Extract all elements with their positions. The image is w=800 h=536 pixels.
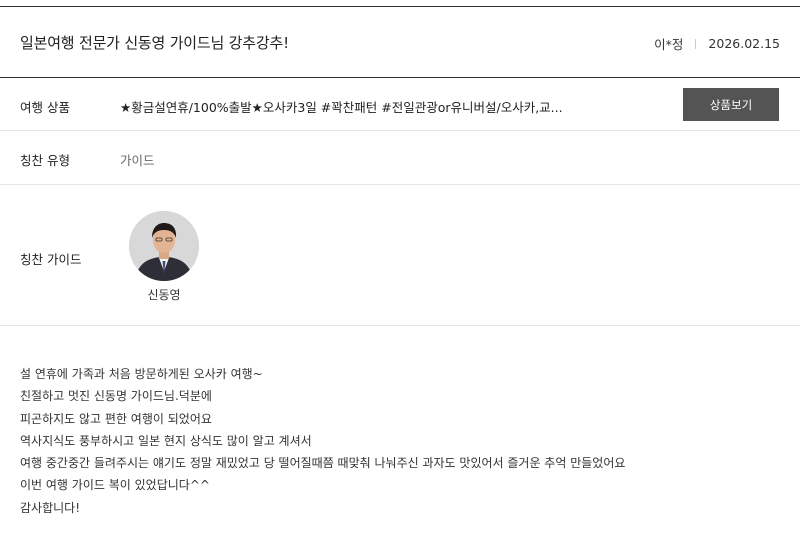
review-header: 일본여행 전문가 신동영 가이드님 강추강추! 이*정 2026.02.15 xyxy=(0,7,800,77)
row-divider xyxy=(0,325,800,326)
content-line: 여행 중간중간 들려주시는 얘기도 정말 재밌었고 당 떨어질때쯤 때맞춰 나눠… xyxy=(20,456,626,471)
row-divider xyxy=(0,130,800,131)
review-content: 설 연휴에 가족과 처음 방문하게된 오사카 여행~ 친절하고 멋진 신동명 가… xyxy=(20,363,625,519)
review-date: 2026.02.15 xyxy=(708,36,780,51)
praise-type-label: 칭찬 유형 xyxy=(20,153,70,168)
product-label: 여행 상품 xyxy=(20,100,70,115)
row-divider xyxy=(0,184,800,185)
review-detail: 일본여행 전문가 신동영 가이드님 강추강추! 이*정 2026.02.15 여… xyxy=(0,0,800,536)
meta-divider xyxy=(695,38,697,49)
product-name: ★황금설연휴/100%출발★오사카3일 #꽉찬패턴 #전일관광or유니버설/오사… xyxy=(120,100,563,115)
praise-type-value: 가이드 xyxy=(120,153,155,168)
content-line: 친절하고 멋진 신동명 가이드님.덕분에 xyxy=(20,389,212,404)
review-meta: 이*정 2026.02.15 xyxy=(654,34,780,53)
content-line: 피곤하지도 않고 편한 여행이 되었어요 xyxy=(20,411,212,426)
review-author: 이*정 xyxy=(654,37,684,52)
guide-name: 신동영 xyxy=(147,288,181,302)
praise-guide-label: 칭찬 가이드 xyxy=(20,252,82,267)
guide-avatar xyxy=(129,211,199,281)
content-line: 감사합니다! xyxy=(20,500,81,515)
content-line: 이번 여행 가이드 복이 있었답니다^^ xyxy=(20,478,210,493)
review-title: 일본여행 전문가 신동영 가이드님 강추강추! xyxy=(20,34,289,52)
content-line: 역사지식도 풍부하시고 일본 현지 상식도 많이 알고 계셔서 xyxy=(20,433,312,448)
content-line: 설 연휴에 가족과 처음 방문하게된 오사카 여행~ xyxy=(20,367,263,381)
guide-photo xyxy=(129,211,199,281)
view-product-button[interactable]: 상품보기 xyxy=(683,88,779,121)
header-divider xyxy=(0,77,800,78)
